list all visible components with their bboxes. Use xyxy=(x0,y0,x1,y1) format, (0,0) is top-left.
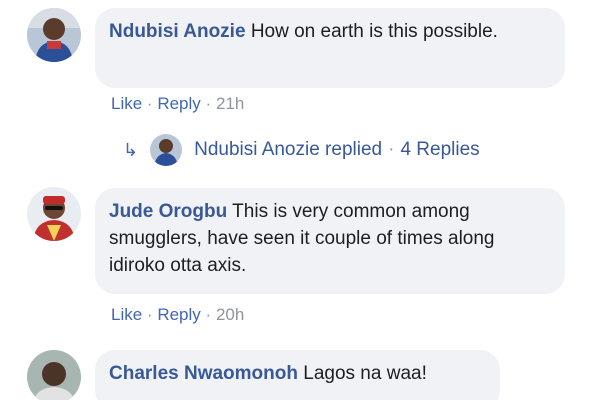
reply-button[interactable]: Reply xyxy=(157,305,200,324)
comment-author[interactable]: Charles Nwaomonoh xyxy=(109,363,298,384)
reply-count[interactable]: 4 Replies xyxy=(400,139,479,161)
comment-actions: Like · Reply · 21h xyxy=(111,94,244,114)
comment-bubble: Ndubisi Anozie How on earth is this poss… xyxy=(95,8,565,88)
reply-button[interactable]: Reply xyxy=(157,94,200,113)
comment-text: How on earth is this possible. xyxy=(250,21,498,42)
user-avatar-icon xyxy=(150,134,183,166)
comment-bubble: Charles Nwaomonoh Lagos na waa! xyxy=(95,350,500,400)
reply-arrow-icon: ↳ xyxy=(123,139,139,160)
user-avatar-icon xyxy=(27,350,81,400)
like-button[interactable]: Like xyxy=(111,305,142,324)
comment-text: Lagos na waa! xyxy=(303,363,427,384)
separator: · xyxy=(388,139,395,160)
comment-timestamp[interactable]: 20h xyxy=(216,305,244,324)
separator: · xyxy=(146,305,153,324)
separator: · xyxy=(205,94,212,113)
user-avatar-icon xyxy=(27,187,81,241)
like-button[interactable]: Like xyxy=(111,94,142,113)
user-avatar-icon xyxy=(27,8,81,62)
comment-author[interactable]: Jude Orogbu xyxy=(109,201,227,222)
comment-actions: Like · Reply · 20h xyxy=(111,305,244,325)
separator: · xyxy=(205,305,212,324)
avatar[interactable] xyxy=(27,8,81,62)
comment-author[interactable]: Ndubisi Anozie xyxy=(109,21,246,42)
comment-timestamp[interactable]: 21h xyxy=(216,94,244,113)
avatar xyxy=(150,134,183,166)
view-replies-link[interactable]: ↳ Ndubisi Anozie replied · 4 Replies xyxy=(123,134,480,166)
avatar[interactable] xyxy=(27,350,81,400)
replied-label[interactable]: Ndubisi Anozie replied xyxy=(194,139,382,161)
comments-section: Ndubisi Anozie How on earth is this poss… xyxy=(0,0,600,400)
separator: · xyxy=(146,94,153,113)
comment-bubble: Jude Orogbu This is very common among sm… xyxy=(95,188,565,294)
avatar[interactable] xyxy=(27,187,81,241)
